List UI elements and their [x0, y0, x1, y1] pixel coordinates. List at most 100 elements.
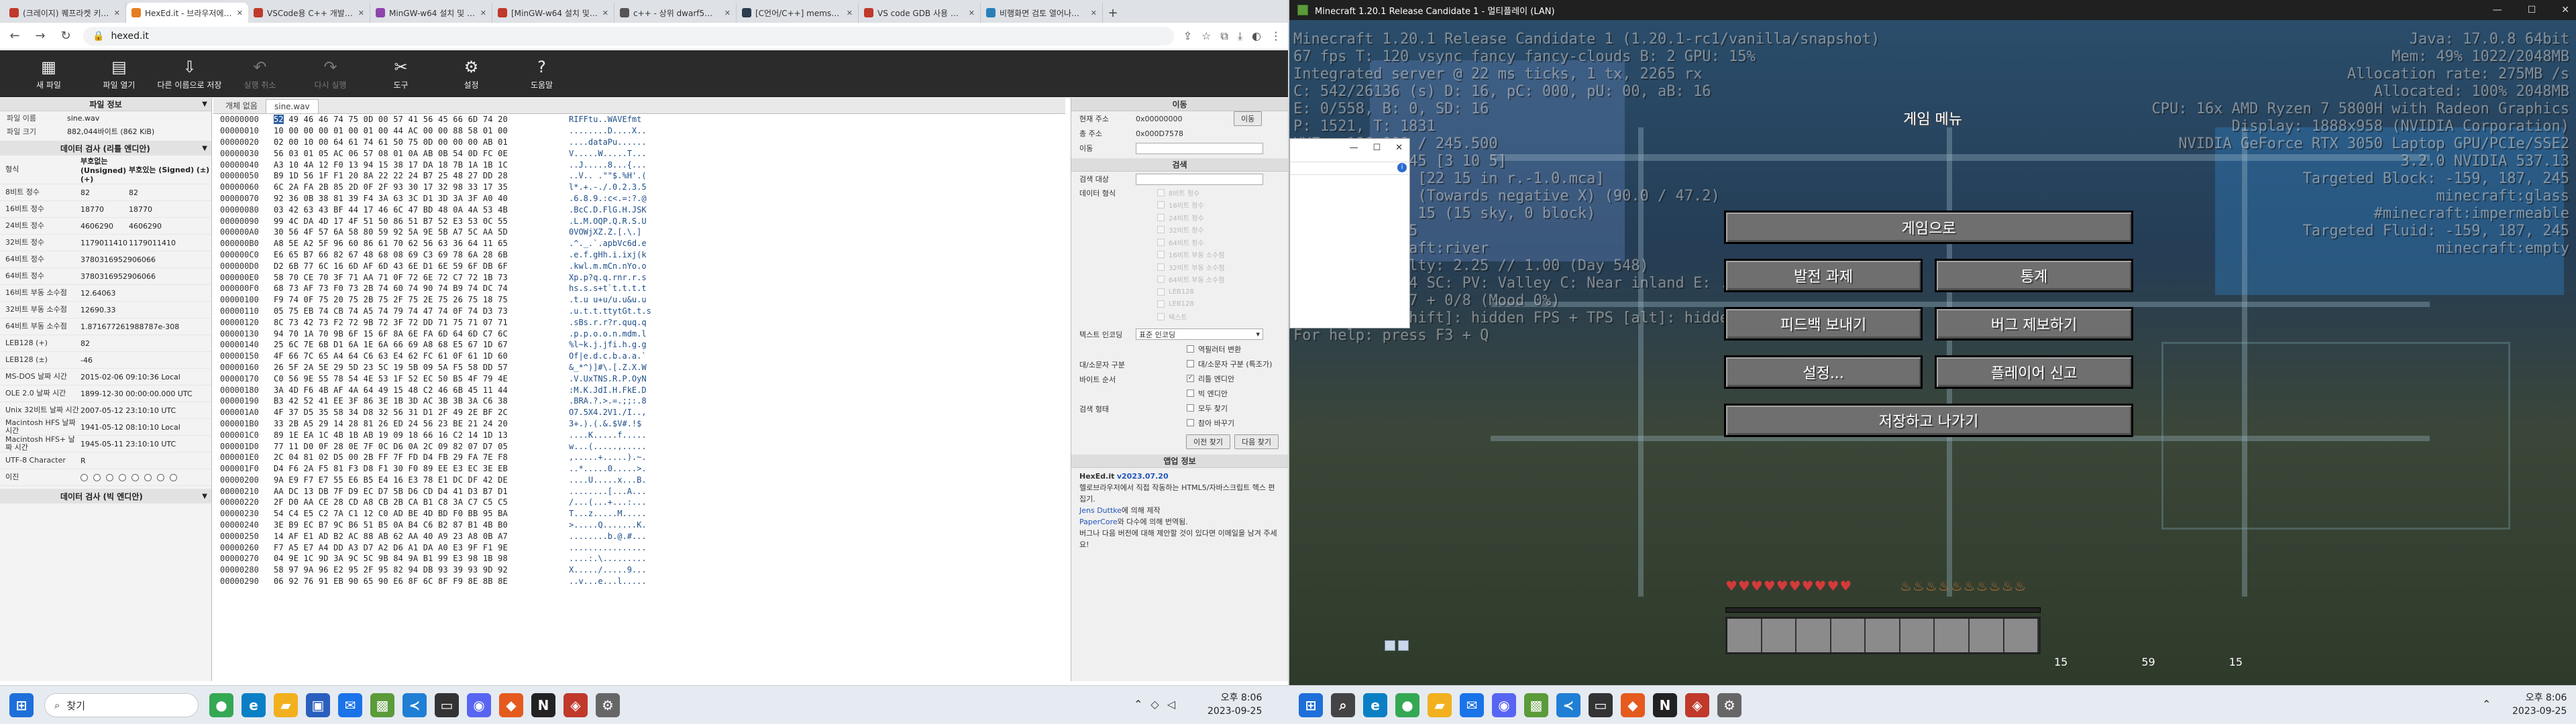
back-to-game-button[interactable]: 게임으로: [1724, 210, 2133, 244]
hex-ascii[interactable]: ....K.....f.....: [569, 430, 657, 440]
data-type-option[interactable]: 32비트 부동 소수점: [1071, 261, 1288, 274]
back-icon[interactable]: ←: [7, 29, 23, 43]
photos-icon[interactable]: ◈: [1685, 693, 1709, 717]
toolbar-button[interactable]: ↷ 다시 실행: [295, 53, 366, 95]
browser-tab[interactable]: MinGW-w64 설치 및 C… ✕: [370, 3, 492, 23]
hex-ascii[interactable]: ,.....+.....).~.: [569, 452, 657, 462]
mail-icon[interactable]: ✉: [338, 693, 362, 717]
search-option[interactable]: 참아 바꾸기: [1071, 416, 1288, 430]
file-explorer-icon[interactable]: ▰: [274, 693, 298, 717]
goto-input[interactable]: [1136, 142, 1263, 154]
hex-ascii[interactable]: 0VOWjXZ.Z.[.\.]: [569, 227, 657, 237]
hex-ascii[interactable]: ..v...e...l.....: [569, 577, 657, 586]
hex-bytes[interactable]: 77 11 D0 0F 28 0E 7F 0C D6 0A 2C 09 82 0…: [274, 442, 569, 451]
hex-ascii[interactable]: hs.s.s+t`t.t.t.t: [569, 284, 657, 293]
scroll-left-icon[interactable]: [1385, 640, 1395, 651]
bit-radio[interactable]: [131, 473, 139, 481]
maximize-icon[interactable]: ☐: [1373, 143, 1381, 154]
clock-right[interactable]: 오후 8:06 2023-09-25: [2512, 691, 2567, 718]
hex-ascii[interactable]: :M.K.JdI.H.FkE.D: [569, 385, 657, 395]
hex-bytes[interactable]: 92 36 0B 38 81 39 F4 3A 63 3C D1 3D 3A 3…: [274, 194, 569, 203]
hex-ascii[interactable]: X...../.....9...: [569, 565, 657, 575]
checkbox[interactable]: [1157, 251, 1165, 259]
inspector-unsigned[interactable]: 12.64063: [80, 289, 211, 298]
data-type-option[interactable]: 32비트 정수: [1071, 224, 1288, 237]
inspector-unsigned[interactable]: 3780316952906066: [80, 255, 211, 264]
close-icon[interactable]: ✕: [602, 9, 608, 17]
hex-ascii[interactable]: ..J.....8...{...: [569, 160, 657, 170]
hex-bytes[interactable]: C0 56 9E 55 78 54 4E 53 1F 52 EC 50 B5 4…: [274, 374, 569, 383]
bit-radio[interactable]: [157, 473, 164, 481]
search-option[interactable]: 빅 엔디안: [1071, 386, 1288, 401]
data-type-option[interactable]: 64비트 부동 소수점: [1071, 274, 1288, 286]
hex-ascii[interactable]: .L.M.OQP.Q.R.S.U: [569, 217, 657, 226]
hotbar-slot[interactable]: [1727, 619, 1762, 652]
hex-bytes[interactable]: 3E B9 EC B7 9C B6 51 B5 0A B4 C6 B2 87 B…: [274, 520, 569, 530]
data-type-option[interactable]: 텍스트: [1071, 310, 1288, 323]
menu-icon[interactable]: ⋮: [1271, 29, 1281, 42]
clock-left[interactable]: 오후 8:06 2023-09-25: [1208, 691, 1262, 718]
chrome-icon[interactable]: ●: [1395, 693, 1419, 717]
browser-tab[interactable]: VS code GDB 사용 시… ✕: [859, 3, 981, 23]
find-previous-button[interactable]: 이전 찾기: [1186, 434, 1231, 449]
minecraft-icon[interactable]: ▩: [1524, 693, 1548, 717]
discord-icon[interactable]: ◉: [1492, 693, 1516, 717]
inspector-big-endian-header[interactable]: 데이터 검사 (빅 엔디안) ▼: [0, 489, 211, 504]
toolbar-button[interactable]: ? 도움말: [506, 53, 577, 95]
statistics-button[interactable]: 통계: [1935, 259, 2133, 292]
checkbox[interactable]: [1187, 360, 1194, 367]
hex-ascii[interactable]: ....dataPu......: [569, 137, 657, 147]
taskbar-search[interactable]: ⌕ 찾기: [44, 693, 199, 717]
toolbar-button[interactable]: ▤ 파일 열기: [84, 53, 154, 95]
inspector-unsigned[interactable]: 3780316952906066: [80, 272, 211, 281]
minecraft-icon[interactable]: ▩: [370, 693, 394, 717]
hex-bytes[interactable]: 4F 66 7C 65 A4 64 C6 63 E4 62 FC 61 0F 6…: [274, 351, 569, 361]
inspector-unsigned[interactable]: 1.871677261988787e-308: [80, 322, 211, 331]
download-icon[interactable]: ⤓: [1238, 29, 1242, 43]
hotbar-slot[interactable]: [2004, 619, 2039, 652]
notion-icon[interactable]: N: [531, 693, 555, 717]
browser-tab[interactable]: 비행화면 검토 열어나… ✕: [981, 3, 1103, 23]
hex-bytes[interactable]: 4F 37 D5 35 58 34 D8 32 56 31 D1 2F 49 2…: [274, 408, 569, 417]
hex-bytes[interactable]: D2 6B 77 6C 16 6D AF 6D 43 6E D1 6E 59 6…: [274, 261, 569, 271]
data-type-option[interactable]: 16비트 정수: [1071, 199, 1288, 212]
hex-ascii[interactable]: l*.+.-./.0.2.3.5: [569, 182, 657, 192]
author-link[interactable]: Jens Duttke: [1079, 506, 1122, 515]
url-field[interactable]: 🔒 hexed.it: [83, 26, 1174, 46]
checkbox[interactable]: [1187, 389, 1194, 397]
hex-ascii[interactable]: Of|e.d.c.b.a.a.`: [569, 351, 657, 361]
inspector-unsigned[interactable]: 82: [80, 339, 211, 348]
text-encoding-select[interactable]: 표준 인코딩 ▾: [1136, 328, 1263, 340]
go-button[interactable]: 이동: [1234, 111, 1263, 126]
hex-bytes[interactable]: 56 03 01 05 AC 06 57 08 01 0A AB 0B 54 0…: [274, 149, 569, 158]
tab-sine-wav[interactable]: sine.wav: [265, 99, 319, 113]
hex-ascii[interactable]: T...z.....M.....: [569, 509, 657, 518]
hex-ascii[interactable]: .p.p.o.o.n.mdm.l: [569, 329, 657, 339]
checkbox[interactable]: ✓: [1187, 375, 1194, 382]
checkbox[interactable]: [1157, 188, 1165, 196]
data-type-option[interactable]: LEB128: [1071, 286, 1288, 298]
maximize-icon[interactable]: ☐: [2528, 5, 2536, 15]
toolbar-button[interactable]: ✂ 도구: [366, 53, 436, 95]
close-icon[interactable]: ✕: [114, 9, 120, 17]
hex-bytes[interactable]: B9 1D 56 1F F1 20 8A 22 22 24 B7 25 48 2…: [274, 171, 569, 180]
checkbox[interactable]: [1157, 288, 1165, 296]
volume-icon[interactable]: ◁: [1167, 698, 1175, 711]
hex-ascii[interactable]: .6.8.9.:c<.=:?.@: [569, 194, 657, 203]
hex-bytes[interactable]: A3 10 4A 12 F0 13 94 15 38 17 DA 18 7B 1…: [274, 160, 569, 170]
checkbox[interactable]: [1157, 312, 1165, 320]
data-type-option[interactable]: 24비트 정수: [1071, 211, 1288, 224]
network-icon[interactable]: ◇: [1150, 698, 1159, 711]
data-type-option[interactable]: 16비트 부동 소수점: [1071, 249, 1288, 261]
inspector-unsigned[interactable]: -46: [80, 356, 211, 365]
hotbar-slot[interactable]: [1969, 619, 2004, 652]
hex-ascii[interactable]: V.....W.....T...: [569, 149, 657, 158]
settings-icon[interactable]: ⚙: [1717, 693, 1741, 717]
close-icon[interactable]: ✕: [237, 9, 243, 17]
checkbox[interactable]: [1157, 300, 1165, 308]
hex-bytes[interactable]: 04 9E 1C 9D 3A 9C 5C 9B 84 9A B1 99 E3 9…: [274, 554, 569, 563]
profile-icon[interactable]: ◐: [1252, 29, 1261, 42]
data-type-option[interactable]: 64비트 정수: [1071, 236, 1288, 249]
hex-bytes[interactable]: 10 00 00 00 01 00 01 00 44 AC 00 00 88 5…: [274, 126, 569, 135]
hex-bytes[interactable]: 3A 4D F6 4B AF 4A 64 49 15 48 C2 46 6B 4…: [274, 385, 569, 395]
